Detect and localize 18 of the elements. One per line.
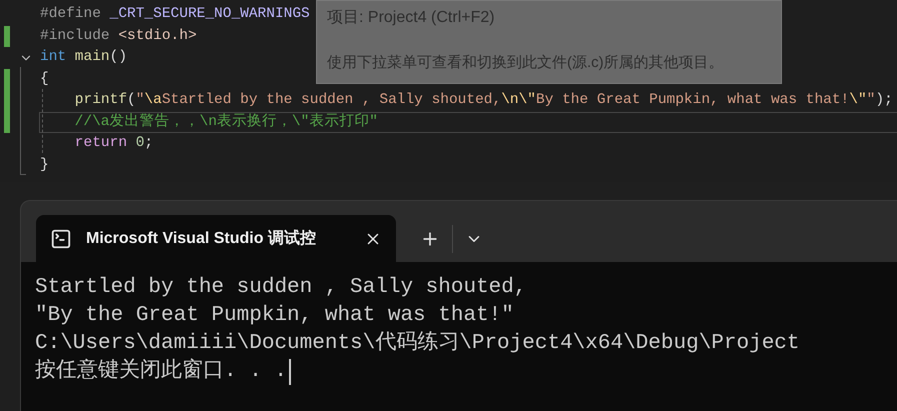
code-line: } — [40, 156, 50, 175]
code-line: return 0; — [74, 134, 154, 154]
terminal-line: 按任意键关闭此窗口. . . — [35, 357, 288, 386]
tab-title: Microsoft Visual Studio 调试控 — [86, 228, 317, 248]
code-line: printf("\aStartled by the sudden , Sally shouted,\n\"By the Great Pumpkin, what was that!\""); — [74, 91, 894, 110]
terminal-line: "By the Great Pumpkin, what was that!" — [35, 303, 514, 330]
code-line: { — [40, 70, 50, 89]
terminal-tab[interactable]: Microsoft Visual Studio 调试控 — [36, 215, 396, 262]
code-line: #include <stdio.h> — [40, 26, 198, 46]
code-line: //\a发出警告，，\n表示换行，\"表示打印" — [40, 112, 897, 132]
terminal-icon — [50, 228, 72, 250]
text-cursor — [289, 359, 292, 385]
terminal-line: C:\Users\damiiii\Documents\代码练习\Project4\x64\Debug\Project — [35, 330, 800, 358]
tooltip-description: 使用下拉菜单可查看和切换到此文件(源.c)所属的其他项目。 — [327, 53, 725, 73]
code-line: int main() — [40, 48, 128, 68]
tooltip-title: 项目: Project4 (Ctrl+F2) — [327, 8, 496, 28]
terminal-line: Startled by the sudden , Sally shouted, — [35, 275, 526, 302]
code-line: #define _CRT_SECURE_NO_WARNINGS — [40, 5, 311, 24]
